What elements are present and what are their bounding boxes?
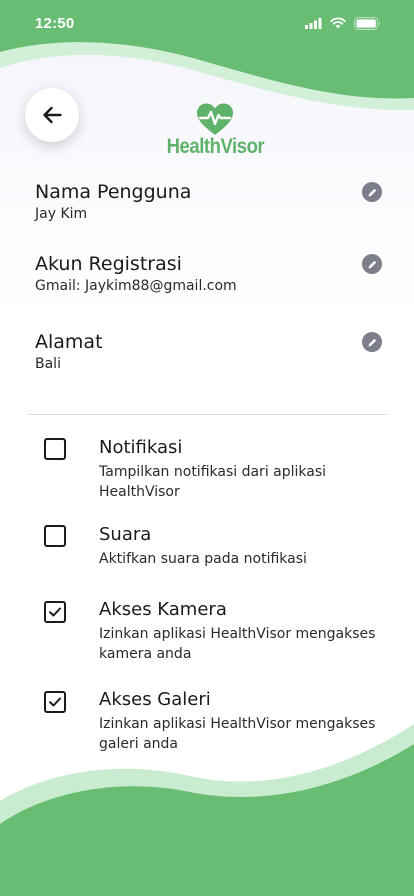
setting-text: Akses Galeri Izinkan aplikasi HealthViso… [99,688,389,754]
notifikasi-checkbox[interactable] [44,438,66,460]
status-time: 12:50 [35,15,75,32]
galeri-checkbox[interactable] [44,691,66,713]
wifi-icon [330,17,346,29]
edit-account-button[interactable] [362,254,382,274]
setting-text: Notifikasi Tampilkan notifikasi dari apl… [99,436,389,502]
field-nama-pengguna: Nama Pengguna Jay Kim [35,180,385,223]
field-value: Gmail: Jaykim88@gmail.com [35,278,237,294]
pencil-icon [368,338,376,346]
setting-text: Akses Kamera Izinkan aplikasi HealthViso… [99,598,389,664]
status-icons [305,16,381,30]
healthvisor-logo: HealthVisor [160,102,270,160]
heart-pulse-icon [197,103,233,135]
logo-text: HealthVisor [166,135,264,158]
setting-title: Notifikasi [99,437,183,458]
battery-icon [354,16,380,30]
arrow-left-icon [43,106,62,124]
back-button[interactable] [25,88,79,142]
kamera-checkbox[interactable] [44,601,66,623]
section-divider [28,414,387,415]
suara-checkbox[interactable] [44,525,66,547]
setting-description: Tampilkan notifikasi dari aplikasi Healt… [99,464,327,500]
field-akun-registrasi: Akun Registrasi Gmail: Jaykim88@gmail.co… [35,252,385,295]
setting-title: Suara [99,524,152,545]
setting-description: Aktifkan suara pada notifikasi [99,551,307,567]
status-bar: 12:50 [0,0,414,48]
field-value: Jay Kim [35,206,88,222]
field-alamat: Alamat Bali [35,330,385,373]
checkmark-icon [49,607,61,617]
edit-address-button[interactable] [362,332,382,352]
signal-icon [305,17,322,29]
field-label: Nama Pengguna [35,181,192,203]
setting-title: Akses Galeri [99,689,211,710]
field-value: Bali [35,356,61,372]
setting-title: Akses Kamera [99,599,227,620]
field-label: Akun Registrasi [35,253,182,275]
field-label: Alamat [35,331,103,353]
pencil-icon [368,188,376,196]
pencil-icon [368,260,376,268]
setting-description: Izinkan aplikasi HealthVisor mengakses k… [99,626,376,662]
setting-description: Izinkan aplikasi HealthVisor mengakses g… [99,716,376,752]
checkmark-icon [49,697,61,707]
setting-text: Suara Aktifkan suara pada notifikasi [99,523,389,569]
edit-name-button[interactable] [362,182,382,202]
